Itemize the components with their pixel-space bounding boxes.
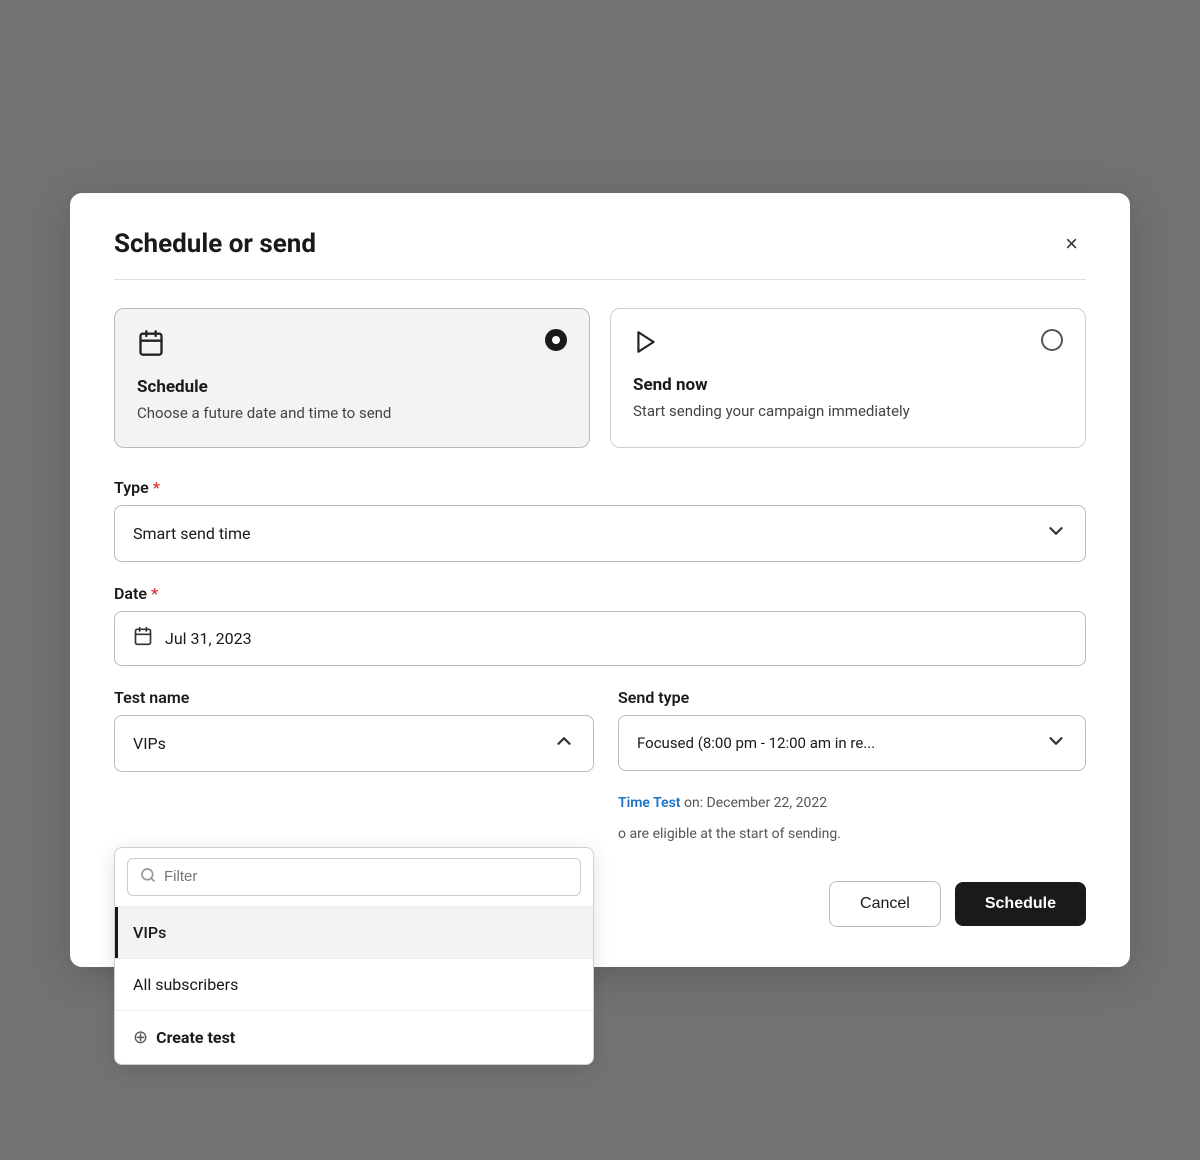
date-required: * xyxy=(151,584,158,603)
send-type-select[interactable]: Focused (8:00 pm - 12:00 am in re... xyxy=(618,715,1086,771)
send-now-card-top xyxy=(633,329,1063,361)
dropdown-filter-input[interactable] xyxy=(164,868,568,885)
schedule-label: Schedule xyxy=(137,377,567,397)
type-required: * xyxy=(153,478,160,497)
send-icon xyxy=(633,329,659,361)
send-type-value: Focused (8:00 pm - 12:00 am in re... xyxy=(637,734,875,752)
dropdown-item-all-subscribers[interactable]: All subscribers xyxy=(115,959,593,1010)
dropdown-search-area xyxy=(115,848,593,907)
test-name-label: Test name xyxy=(114,688,594,707)
modal-title: Schedule or send xyxy=(114,229,316,259)
date-label: Date * xyxy=(114,584,1086,603)
info-on-text: on: December 22, 2022 xyxy=(680,795,827,811)
type-label: Type * xyxy=(114,478,1086,497)
options-row: Schedule Choose a future date and time t… xyxy=(114,308,1086,448)
test-name-select[interactable]: VIPs xyxy=(114,715,594,772)
calendar-icon xyxy=(137,329,165,363)
schedule-radio[interactable] xyxy=(545,329,567,351)
bottom-fields-row: Test name VIPs xyxy=(114,688,1086,845)
eligible-info: o are eligible at the start of sending. xyxy=(618,824,1086,845)
dropdown-search-inner xyxy=(127,858,581,896)
modal-header: Schedule or send × xyxy=(114,229,1086,259)
send-now-option-card[interactable]: Send now Start sending your campaign imm… xyxy=(610,308,1086,448)
send-now-radio[interactable] xyxy=(1041,329,1063,351)
schedule-modal: Schedule or send × xyxy=(70,193,1130,967)
date-value: Jul 31, 2023 xyxy=(165,629,252,648)
send-type-label: Send type xyxy=(618,688,1086,707)
date-field-row: Date * Jul 31, 2023 xyxy=(114,584,1086,666)
send-now-description: Start sending your campaign immediately xyxy=(633,401,1063,423)
type-select-value: Smart send time xyxy=(133,524,250,543)
send-type-field-row: Send type Focused (8:00 pm - 12:00 am in… xyxy=(618,688,1086,771)
date-input[interactable]: Jul 31, 2023 xyxy=(114,611,1086,666)
test-name-dropdown: VIPs All subscribers ⊕ Create test xyxy=(114,847,594,1065)
type-chevron-icon xyxy=(1045,520,1067,547)
send-type-col: Send type Focused (8:00 pm - 12:00 am in… xyxy=(618,688,1086,845)
date-picker-icon xyxy=(133,626,153,651)
dropdown-item-vips[interactable]: VIPs xyxy=(115,907,593,958)
test-name-value: VIPs xyxy=(133,734,166,753)
modal-overlay: Schedule or send × xyxy=(0,0,1200,1160)
cancel-button[interactable]: Cancel xyxy=(829,881,941,927)
type-select[interactable]: Smart send time xyxy=(114,505,1086,562)
test-name-chevron-up-icon xyxy=(553,730,575,757)
schedule-option-card[interactable]: Schedule Choose a future date and time t… xyxy=(114,308,590,448)
test-name-field-row: Test name VIPs xyxy=(114,688,594,772)
test-name-col: Test name VIPs xyxy=(114,688,594,845)
create-plus-icon: ⊕ xyxy=(133,1027,148,1048)
schedule-card-top xyxy=(137,329,567,363)
header-divider xyxy=(114,279,1086,280)
schedule-button[interactable]: Schedule xyxy=(955,882,1086,926)
close-button[interactable]: × xyxy=(1057,229,1086,259)
send-now-label: Send now xyxy=(633,375,1063,395)
dropdown-item-create-test[interactable]: ⊕ Create test xyxy=(115,1011,593,1064)
type-field-row: Type * Smart send time xyxy=(114,478,1086,562)
schedule-description: Choose a future date and time to send xyxy=(137,403,567,425)
send-type-chevron-icon xyxy=(1045,730,1067,756)
time-test-link[interactable]: Time Test xyxy=(618,795,680,811)
dropdown-search-icon xyxy=(140,867,156,887)
time-test-info: Time Test on: December 22, 2022 xyxy=(618,793,1086,814)
